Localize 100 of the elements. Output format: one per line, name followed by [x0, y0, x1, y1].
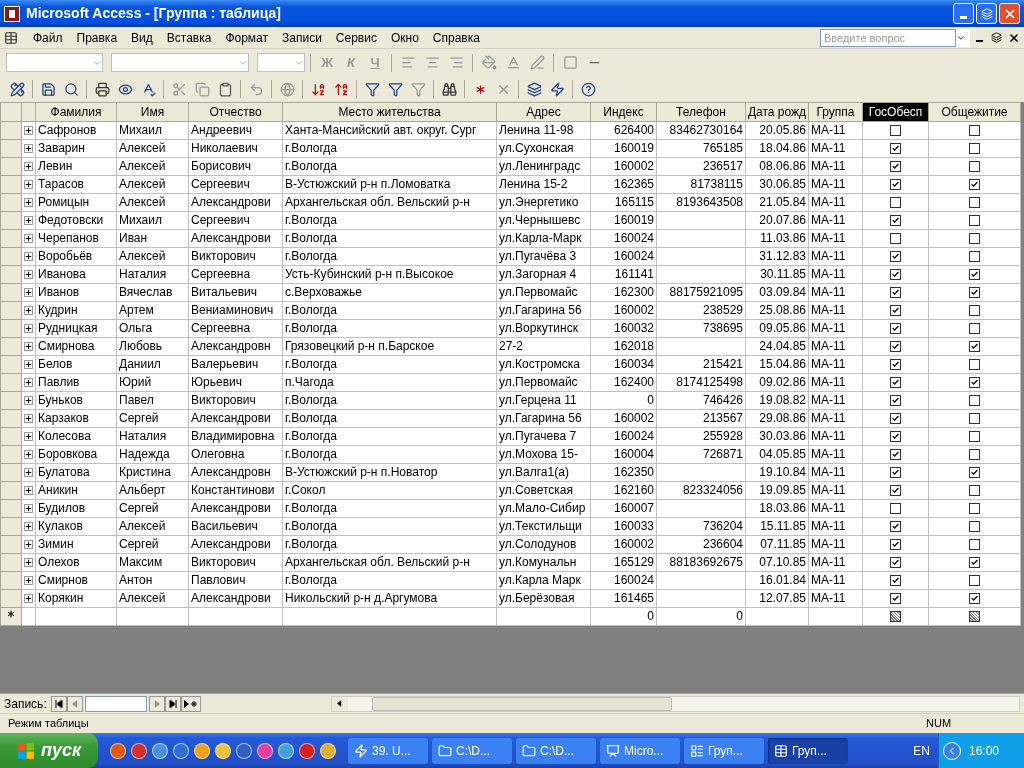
checkbox[interactable] — [969, 377, 980, 389]
menu-item[interactable]: Вид — [124, 28, 160, 47]
quick-launch-icon[interactable] — [194, 742, 210, 759]
quick-launch-icon[interactable] — [131, 742, 147, 759]
checkbox[interactable] — [890, 341, 901, 353]
expand-icon[interactable] — [24, 252, 33, 261]
expand-icon[interactable] — [24, 288, 33, 297]
quick-launch-icon[interactable] — [173, 742, 189, 759]
expand-icon[interactable] — [24, 270, 33, 279]
expand-icon[interactable] — [24, 216, 33, 225]
checkbox[interactable] — [969, 521, 980, 533]
expand-icon[interactable] — [24, 414, 33, 423]
expand-icon[interactable] — [24, 504, 33, 513]
checkbox[interactable] — [969, 323, 980, 335]
checkbox[interactable] — [890, 593, 901, 605]
close-button[interactable] — [999, 3, 1020, 24]
checkbox[interactable] — [969, 161, 980, 173]
checkbox[interactable] — [890, 269, 901, 281]
checkbox[interactable] — [969, 611, 980, 623]
column-header[interactable]: Телефон — [656, 102, 746, 122]
checkbox[interactable] — [969, 593, 980, 605]
checkbox[interactable] — [969, 179, 980, 191]
checkbox[interactable] — [890, 215, 901, 227]
column-header[interactable]: Дата рожд — [745, 102, 809, 122]
checkbox[interactable] — [969, 575, 980, 587]
checkbox[interactable] — [969, 395, 980, 407]
checkbox[interactable] — [969, 485, 980, 497]
expand-icon[interactable] — [24, 162, 33, 171]
expand-icon[interactable] — [24, 342, 33, 351]
column-header[interactable]: Имя — [116, 102, 189, 122]
checkbox[interactable] — [890, 197, 901, 209]
column-header[interactable]: Адрес — [496, 102, 591, 122]
menu-item[interactable]: Сервис — [328, 28, 384, 47]
show-icons-button[interactable] — [943, 741, 961, 760]
taskbar-button[interactable]: Груп... — [684, 737, 764, 764]
taskbar-button[interactable]: Груп... — [768, 737, 848, 764]
expand-icon[interactable] — [24, 576, 33, 585]
language-indicator[interactable]: EN — [913, 741, 930, 760]
menu-item[interactable]: Файл — [26, 28, 70, 47]
checkbox[interactable] — [969, 143, 980, 155]
column-header[interactable]: Место жительства — [282, 102, 497, 122]
expand-icon[interactable] — [24, 144, 33, 153]
column-header[interactable]: Общежитие — [928, 102, 1021, 122]
checkbox[interactable] — [890, 431, 901, 443]
restore-button[interactable] — [976, 3, 997, 24]
taskbar-button[interactable]: C:\D... — [516, 737, 596, 764]
expand-icon[interactable] — [24, 360, 33, 369]
quick-launch-icon[interactable] — [215, 742, 231, 759]
checkbox[interactable] — [890, 413, 901, 425]
expand-icon[interactable] — [24, 324, 33, 333]
taskbar-button[interactable]: C:\D... — [432, 737, 512, 764]
checkbox[interactable] — [969, 251, 980, 263]
column-header[interactable]: Фамилия — [35, 102, 117, 122]
scroll-left-button[interactable] — [331, 696, 348, 711]
checkbox[interactable] — [969, 305, 980, 317]
expand-icon[interactable] — [24, 522, 33, 531]
start-button[interactable]: пуск — [0, 733, 98, 768]
expand-icon[interactable] — [24, 468, 33, 477]
new-record-button[interactable] — [180, 695, 201, 712]
quick-launch-icon[interactable] — [152, 742, 168, 759]
record-number-field[interactable] — [84, 695, 147, 712]
horizontal-scrollbar[interactable] — [330, 695, 1020, 712]
minimize-button[interactable] — [953, 3, 974, 24]
checkbox[interactable] — [890, 557, 901, 569]
expand-icon[interactable] — [24, 126, 33, 135]
expand-icon[interactable] — [24, 378, 33, 387]
menu-item[interactable]: Окно — [383, 28, 426, 47]
expand-icon[interactable] — [24, 198, 33, 207]
checkbox[interactable] — [890, 125, 901, 137]
checkbox[interactable] — [890, 161, 901, 173]
question-field[interactable]: Введите вопрос — [820, 28, 956, 47]
taskbar-button[interactable]: 39. U... — [348, 737, 428, 764]
checkbox[interactable] — [969, 233, 980, 245]
first-record-button[interactable] — [50, 695, 67, 712]
column-header[interactable]: Группа — [808, 102, 863, 122]
checkbox[interactable] — [890, 611, 901, 623]
checkbox[interactable] — [890, 233, 901, 245]
checkbox[interactable] — [969, 467, 980, 479]
checkbox[interactable] — [890, 395, 901, 407]
checkbox[interactable] — [969, 215, 980, 227]
checkbox[interactable] — [890, 485, 901, 497]
scrollbar-thumb[interactable] — [371, 696, 672, 711]
checkbox[interactable] — [969, 539, 980, 551]
checkbox[interactable] — [969, 413, 980, 425]
checkbox[interactable] — [890, 575, 901, 587]
checkbox[interactable] — [890, 449, 901, 461]
checkbox[interactable] — [969, 557, 980, 569]
quick-launch-icon[interactable] — [110, 742, 126, 759]
expand-icon[interactable] — [24, 558, 33, 567]
checkbox[interactable] — [969, 359, 980, 371]
menu-item[interactable]: Правка — [69, 28, 125, 47]
expand-icon[interactable] — [24, 594, 33, 603]
column-header[interactable]: Отчество — [188, 102, 283, 122]
checkbox[interactable] — [890, 359, 901, 371]
expand-icon[interactable] — [24, 306, 33, 315]
taskbar-button[interactable]: Micro... — [600, 737, 680, 764]
quick-launch-icon[interactable] — [257, 742, 273, 759]
menu-item[interactable]: Формат — [218, 28, 276, 47]
checkbox[interactable] — [969, 503, 980, 515]
quick-launch-icon[interactable] — [236, 742, 252, 759]
